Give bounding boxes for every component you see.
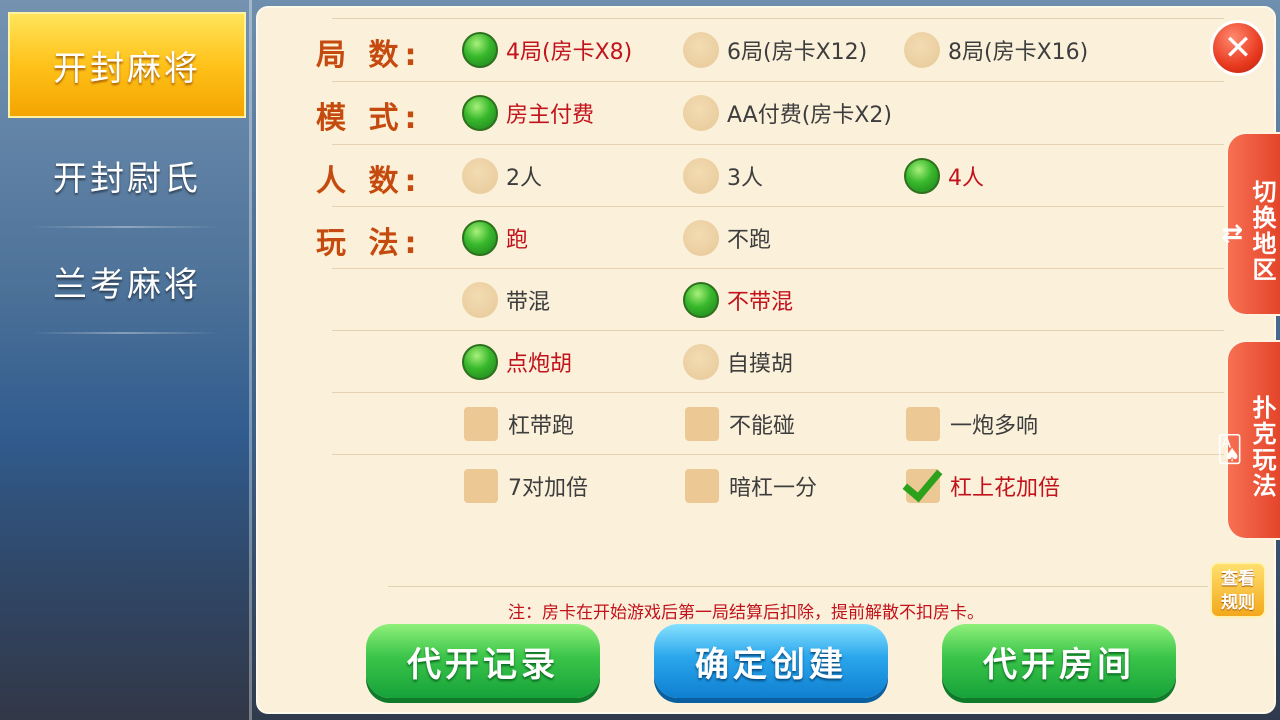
checkbox-icon <box>464 407 498 441</box>
checkbox-icon <box>906 407 940 441</box>
radio-selected-icon <box>462 95 498 131</box>
option-players-2[interactable]: 2人 <box>462 156 542 196</box>
view-rules-label: 查看 规则 <box>1221 569 1255 613</box>
row-divider <box>332 206 1224 207</box>
row-divider <box>332 392 1224 393</box>
radio-icon <box>683 32 719 68</box>
room-card-note: 注：房卡在开始游戏后第一局结算后扣除，提前解散不扣房卡。 <box>508 603 984 623</box>
row-divider <box>388 586 1208 587</box>
radio-icon <box>683 95 719 131</box>
create-room-panel: 局 数: 4局(房卡X8) 6局(房卡X12) 8局(房卡X16) 模 式: 房… <box>256 6 1276 714</box>
row-divider <box>332 330 1224 331</box>
poker-mode-label: 扑克玩法 <box>1248 395 1276 499</box>
option-aa-pay[interactable]: AA付费(房卡X2) <box>683 93 892 133</box>
radio-selected-icon <box>462 344 498 380</box>
checkbox-gang-dai-pao[interactable]: 杠带跑 <box>464 404 574 444</box>
option-rounds-8[interactable]: 8局(房卡X16) <box>904 30 1088 70</box>
game-sidebar: 开封麻将 开封尉氏 兰考麻将 <box>0 0 252 720</box>
radio-selected-icon <box>462 32 498 68</box>
option-owner-pays[interactable]: 房主付费 <box>462 93 594 133</box>
sidebar-item-lankao-mahjong[interactable]: 兰考麻将 <box>8 228 246 334</box>
option-players-4[interactable]: 4人 <box>904 156 984 196</box>
radio-icon <box>462 282 498 318</box>
checkmark-icon <box>906 469 940 503</box>
rounds-label: 局 数: <box>316 38 423 73</box>
radio-icon <box>904 32 940 68</box>
option-zimo-hu[interactable]: 自摸胡 <box>683 342 793 382</box>
radio-icon <box>683 344 719 380</box>
checkbox-no-peng[interactable]: 不能碰 <box>685 404 795 444</box>
checkbox-gang-flower-double[interactable]: 杠上花加倍 <box>906 466 1060 506</box>
radio-selected-icon <box>462 220 498 256</box>
mode-label: 模 式: <box>316 101 423 136</box>
option-run[interactable]: 跑 <box>462 218 528 258</box>
checkbox-icon <box>464 469 498 503</box>
checkbox-multi-win[interactable]: 一炮多响 <box>906 404 1038 444</box>
option-with-mix[interactable]: 带混 <box>462 280 550 320</box>
radio-icon <box>683 158 719 194</box>
option-players-3[interactable]: 3人 <box>683 156 763 196</box>
row-divider <box>332 268 1224 269</box>
radio-selected-icon <box>683 282 719 318</box>
sidebar-item-kaifeng-weishi[interactable]: 开封尉氏 <box>8 122 246 228</box>
checkbox-icon <box>685 469 719 503</box>
confirm-create-button[interactable]: 确定创建 <box>654 624 888 698</box>
option-rounds-6[interactable]: 6局(房卡X12) <box>683 30 867 70</box>
checkbox-icon <box>685 407 719 441</box>
poker-mode-tab[interactable]: 扑克玩法 🂡 <box>1216 340 1280 540</box>
option-rounds-4[interactable]: 4局(房卡X8) <box>462 30 632 70</box>
radio-icon <box>683 220 719 256</box>
row-divider <box>332 454 1224 455</box>
switch-region-label: 切换地区 <box>1248 179 1276 283</box>
option-no-run[interactable]: 不跑 <box>683 218 771 258</box>
close-icon[interactable]: ✕ <box>1210 20 1266 76</box>
row-divider <box>332 144 1224 145</box>
radio-selected-icon <box>904 158 940 194</box>
checkbox-angang-one-point[interactable]: 暗杠一分 <box>685 466 817 506</box>
option-dianpao-hu[interactable]: 点炮胡 <box>462 342 572 382</box>
view-rules-button[interactable]: 查看 规则 <box>1210 562 1266 618</box>
row-divider <box>332 81 1224 82</box>
swap-arrows-icon: ⇄ <box>1221 219 1245 249</box>
switch-region-tab[interactable]: 切换地区 ⇄ <box>1221 132 1280 316</box>
proxy-room-button[interactable]: 代开房间 <box>942 624 1176 698</box>
checkbox-seven-pairs-double[interactable]: 7对加倍 <box>464 466 588 506</box>
sidebar-divider <box>30 332 220 334</box>
playing-card-icon: 🂡 <box>1216 435 1245 465</box>
proxy-record-button[interactable]: 代开记录 <box>366 624 600 698</box>
radio-icon <box>462 158 498 194</box>
row-divider <box>332 18 1224 19</box>
play-label: 玩 法: <box>316 226 423 261</box>
option-without-mix[interactable]: 不带混 <box>683 280 793 320</box>
players-label: 人 数: <box>316 164 423 199</box>
sidebar-item-kaifeng-mahjong[interactable]: 开封麻将 <box>8 12 246 118</box>
